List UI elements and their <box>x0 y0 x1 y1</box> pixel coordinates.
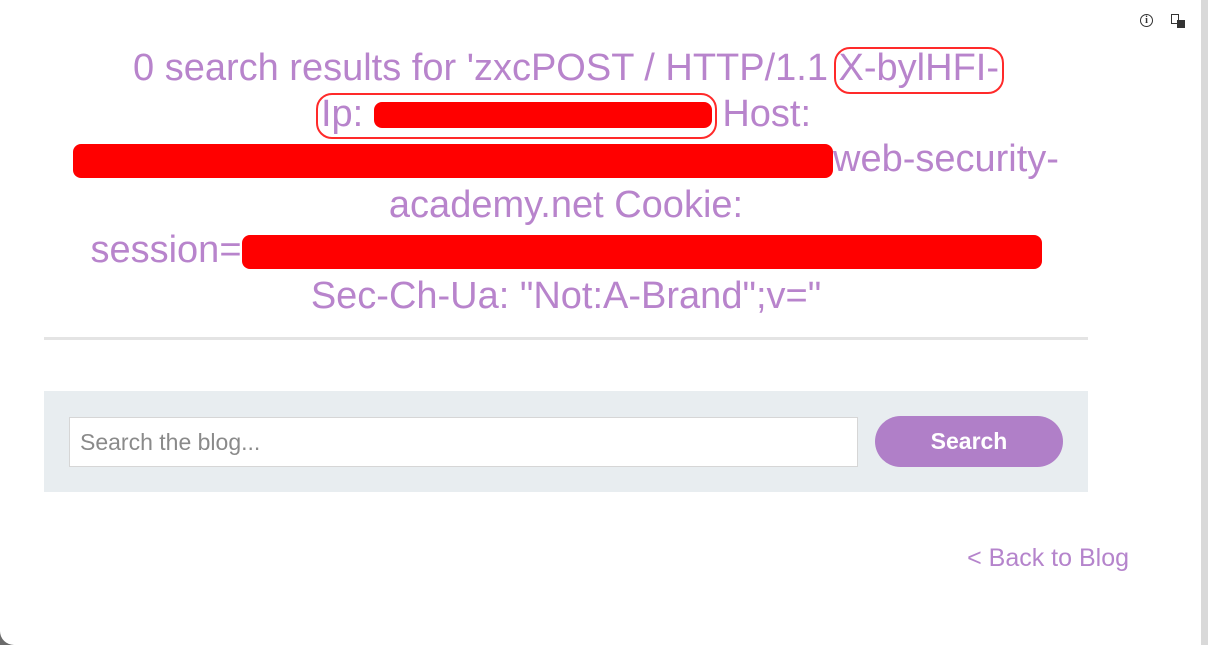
heading-line-1: 0 search results for 'zxcPOST / HTTP/1.1… <box>44 46 1088 93</box>
heading-line-2: Ip: Host: <box>44 92 1088 139</box>
heading-line-5: session= <box>44 228 1088 274</box>
redaction-mark <box>241 234 1042 269</box>
toolbar-icons: i <box>1140 14 1185 28</box>
browser-viewport: i 0 search results for 'zxcPOST / HTTP/1… <box>0 0 1201 645</box>
heading-line-3: web-security- <box>44 137 1088 183</box>
circled-header-name: X-bylHFI- <box>833 46 1005 93</box>
extension-icon[interactable] <box>1171 14 1185 28</box>
search-input[interactable] <box>69 417 858 467</box>
search-button[interactable]: Search <box>875 416 1063 467</box>
heading-line-6: Sec-Ch-Ua: "Not:A-Brand";v=" <box>310 274 822 317</box>
window-edge <box>1201 0 1208 645</box>
search-results-heading: 0 search results for 'zxcPOST / HTTP/1.1… <box>44 46 1088 319</box>
circled-header-value: Ip: <box>315 92 717 139</box>
divider <box>44 337 1088 340</box>
results-count-text: 0 search results for 'zxcPOST / HTTP/1.1 <box>133 47 828 89</box>
redaction-mark <box>73 143 834 178</box>
heading-line-4: academy.net Cookie: <box>388 183 744 226</box>
host-label: Host: <box>722 92 812 135</box>
redaction-mark <box>373 102 712 129</box>
host-domain-text: web-security- <box>833 138 1059 180</box>
session-label: session= <box>90 229 242 271</box>
back-to-blog-link[interactable]: < Back to Blog <box>967 544 1129 573</box>
search-panel: Search <box>44 391 1088 492</box>
info-icon[interactable]: i <box>1140 14 1153 27</box>
